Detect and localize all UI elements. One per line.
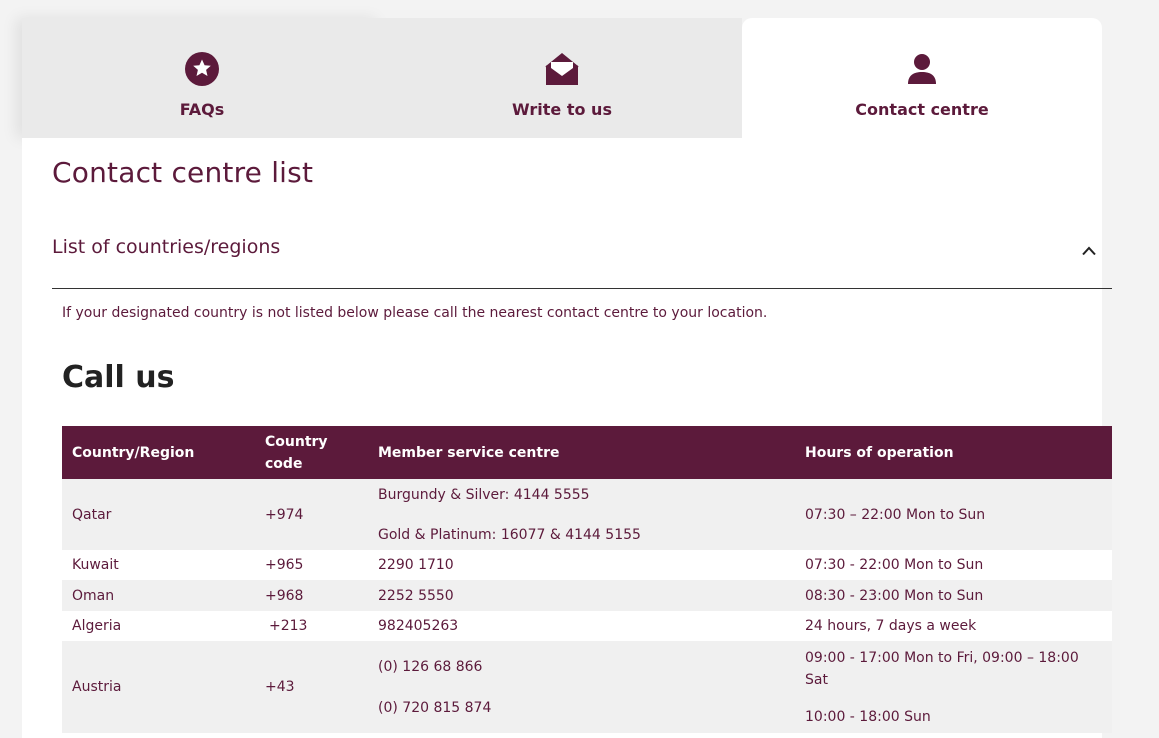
cell-hours: 24 hours, 7 days a week [805, 618, 977, 634]
service-line: (0) 126 68 866 [378, 658, 483, 675]
tab-write-to-us-label: Write to us [512, 100, 612, 119]
table-row: Austria +43 (0) 126 68 866 (0) 720 815 8… [62, 641, 1112, 733]
star-icon [185, 52, 219, 86]
cell-code: +974 [265, 506, 304, 523]
cell-country: Qatar [72, 506, 112, 523]
service-line: Gold & Platinum: 16077 & 4144 5155 [378, 526, 641, 543]
call-us-heading: Call us [62, 360, 175, 395]
cell-hours: 07:30 - 22:00 Mon to Sun [805, 557, 984, 573]
cell-service: 2252 5550 [378, 587, 454, 604]
person-icon [908, 54, 936, 84]
cell-code: +213 [269, 618, 308, 634]
tab-write-to-us[interactable]: Write to us [382, 18, 742, 138]
cell-hours: 08:30 - 23:00 Mon to Sun [805, 587, 984, 604]
tab-faqs-label: FAQs [179, 100, 225, 119]
cell-service: Burgundy & Silver: 4144 5555 Gold & Plat… [368, 479, 795, 550]
envelope-open-icon [545, 53, 579, 85]
service-line: Burgundy & Silver: 4144 5555 [378, 486, 590, 503]
notice-text: If your designated country is not listed… [62, 305, 768, 321]
table-row: Oman +968 2252 5550 08:30 - 23:00 Mon to… [62, 580, 1112, 611]
header-code-line2: code [265, 455, 303, 472]
cell-hours: 07:30 – 22:00 Mon to Sun [805, 506, 986, 523]
page-title: Contact centre list [52, 156, 314, 189]
hours-line: 09:00 - 17:00 Mon to Fri, 09:00 – 18:00 … [805, 649, 1079, 688]
header-country: Country/Region [72, 444, 195, 461]
tab-bar: FAQs Write to us Contact centre [22, 18, 1102, 138]
header-service: Member service centre [378, 444, 560, 461]
cell-hours: 09:00 - 17:00 Mon to Fri, 09:00 – 18:00 … [795, 641, 1112, 733]
table-row: Kuwait +965 2290 1710 07:30 - 22:00 Mon … [62, 550, 1112, 580]
hours-line: 10:00 - 18:00 Sun [805, 708, 931, 725]
chevron-up-icon [1082, 246, 1096, 256]
accordion-label: List of countries/regions [52, 236, 281, 258]
cell-service: (0) 126 68 866 (0) 720 815 874 [368, 641, 795, 733]
cell-code: +965 [265, 557, 304, 573]
cell-country: Algeria [72, 618, 122, 634]
cell-country: Oman [72, 587, 115, 604]
cell-country: Kuwait [72, 557, 119, 573]
tab-contact-centre-label: Contact centre [855, 100, 989, 119]
contact-centre-table: Country/Region Country code Member servi… [62, 426, 1112, 733]
tab-faqs[interactable]: FAQs [22, 18, 382, 138]
cell-code: +43 [265, 679, 295, 695]
table-header-row: Country/Region Country code Member servi… [62, 426, 1112, 479]
tab-contact-centre[interactable]: Contact centre [742, 18, 1102, 138]
table-row: Algeria +213 982405263 24 hours, 7 days … [62, 611, 1112, 641]
header-code-line1: Country [265, 433, 328, 450]
countries-accordion-toggle[interactable]: List of countries/regions [52, 236, 1112, 289]
table-row: Qatar +974 Burgundy & Silver: 4144 5555 … [62, 479, 1112, 550]
header-country-code: Country code [255, 426, 368, 479]
cell-service: 982405263 [378, 618, 459, 634]
header-hours: Hours of operation [805, 444, 954, 461]
cell-code: +968 [265, 587, 304, 604]
cell-service: 2290 1710 [378, 557, 454, 573]
service-line: (0) 720 815 874 [378, 699, 492, 716]
cell-country: Austria [72, 679, 122, 695]
